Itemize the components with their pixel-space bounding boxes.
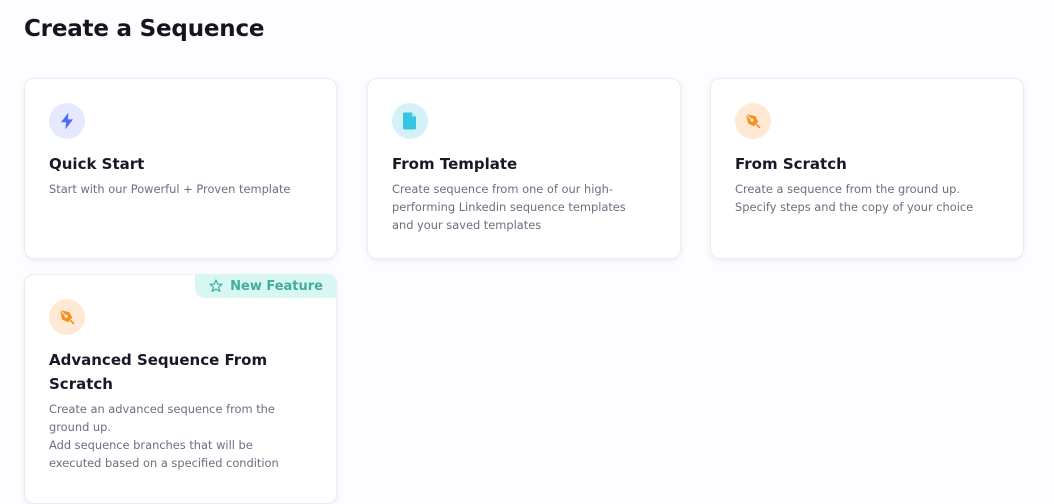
card-description: Create an advanced sequence from the gro… [49,402,279,470]
quick-start-card[interactable]: Quick Start Start with our Powerful + Pr… [24,78,337,259]
card-description: Create a sequence from the ground up. Sp… [735,182,974,214]
from-scratch-card[interactable]: From Scratch Create a sequence from the … [710,78,1024,259]
card-title: From Template [392,155,518,173]
badge-label: New Feature [230,278,323,294]
advanced-sequence-card[interactable]: New Feature Advanced Sequence From Scrat… [24,274,337,504]
card-description: Create sequence from one of our high- pe… [392,182,626,232]
lightning-icon [49,103,85,139]
card-description: Start with our Powerful + Proven templat… [49,182,291,196]
card-title: Advanced Sequence From Scratch [49,351,268,393]
card-title: From Scratch [735,155,847,173]
pen-icon [735,103,771,139]
star-icon [209,279,223,292]
from-template-card[interactable]: From Template Create sequence from one o… [367,78,681,259]
page-title: Create a Sequence [24,16,265,42]
document-icon [392,103,428,139]
new-feature-badge: New Feature [195,274,337,298]
card-title: Quick Start [49,155,145,173]
pen-icon [49,299,85,335]
